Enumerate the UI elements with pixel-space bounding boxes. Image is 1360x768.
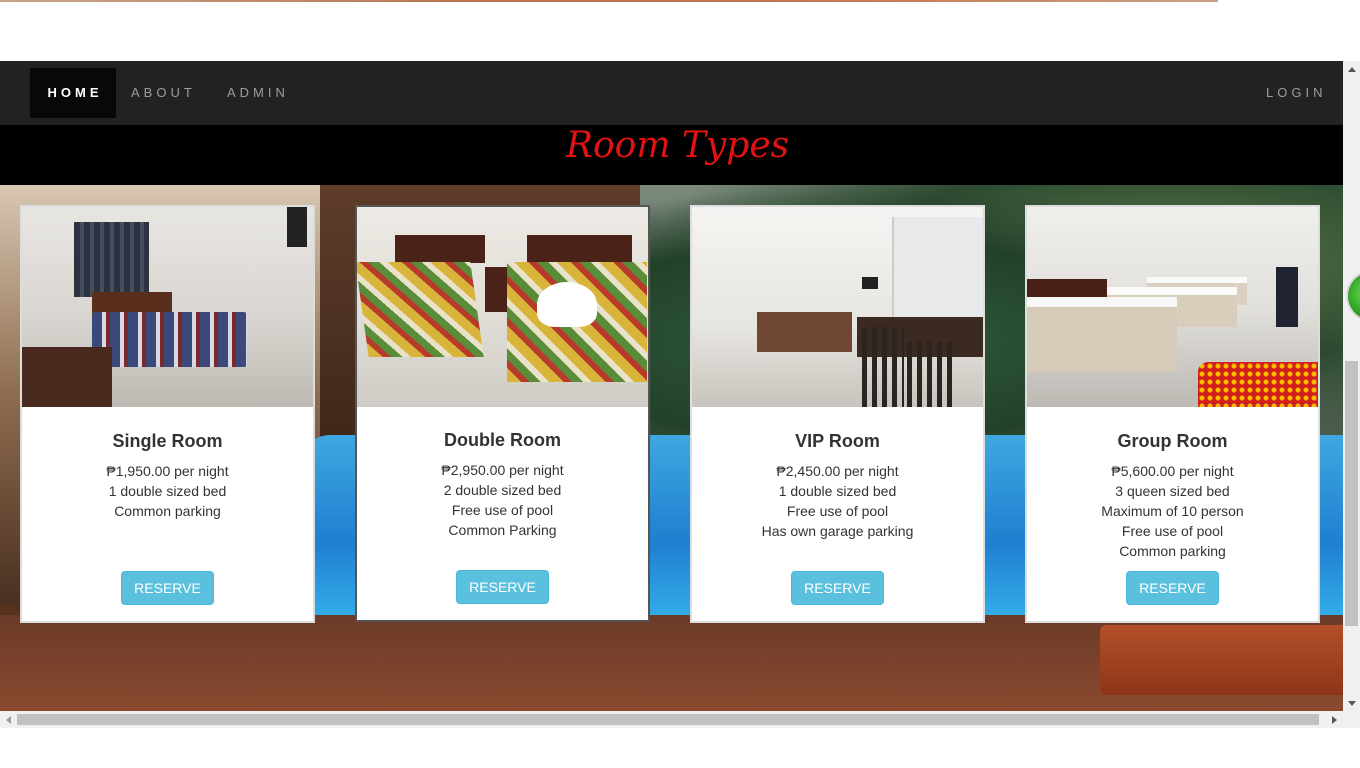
room-photo-single xyxy=(22,207,313,407)
room-price: ₱5,600.00 per night xyxy=(1111,463,1234,479)
horizontal-scroll-thumb[interactable] xyxy=(17,714,1319,725)
room-detail: Has own garage parking xyxy=(761,523,914,539)
room-detail: Maximum of 10 person xyxy=(1101,503,1244,519)
room-detail: 1 double sized bed xyxy=(778,483,897,499)
bottom-blank-area xyxy=(0,728,1360,768)
title-band: Room Types xyxy=(0,125,1343,185)
room-details: ₱2,450.00 per night 1 double sized bed F… xyxy=(692,461,983,571)
scroll-left-icon[interactable] xyxy=(6,716,11,724)
room-detail: 2 double sized bed xyxy=(443,482,562,498)
room-name: VIP Room xyxy=(795,431,880,451)
top-blank-area xyxy=(0,2,1360,61)
vertical-scrollbar[interactable] xyxy=(1343,61,1360,711)
room-price: ₱2,450.00 per night xyxy=(776,463,899,479)
room-details: ₱1,950.00 per night 1 double sized bed C… xyxy=(22,461,313,571)
room-detail: Common parking xyxy=(114,503,221,519)
room-detail: Free use of pool xyxy=(451,502,554,518)
room-detail: Free use of pool xyxy=(786,503,889,519)
room-detail: 3 queen sized bed xyxy=(1115,483,1230,499)
room-photo-double xyxy=(357,207,648,407)
page-viewport: HOME ABOUT ADMIN LOGIN Room Types Single… xyxy=(0,61,1343,711)
room-details: ₱5,600.00 per night 3 queen sized bed Ma… xyxy=(1027,461,1318,571)
room-price: ₱1,950.00 per night xyxy=(106,463,229,479)
room-card-vip: VIP Room ₱2,450.00 per night 1 double si… xyxy=(690,205,985,623)
scroll-right-icon[interactable] xyxy=(1332,716,1337,724)
nav-home[interactable]: HOME xyxy=(30,68,116,118)
room-name: Group Room xyxy=(1117,431,1228,451)
room-card-group: Group Room ₱5,600.00 per night 3 queen s… xyxy=(1025,205,1320,623)
scroll-down-icon[interactable] xyxy=(1348,701,1356,706)
room-name: Single Room xyxy=(112,431,223,451)
room-card-single: Single Room ₱1,950.00 per night 1 double… xyxy=(20,205,315,623)
reserve-button[interactable]: RESERVE xyxy=(121,571,214,605)
reserve-button[interactable]: RESERVE xyxy=(456,570,549,604)
room-detail: Free use of pool xyxy=(1121,523,1224,539)
scroll-up-icon[interactable] xyxy=(1348,67,1356,72)
room-photo-vip xyxy=(692,207,983,407)
room-detail: Common Parking xyxy=(448,522,557,538)
room-photo-group xyxy=(1027,207,1318,407)
navbar: HOME ABOUT ADMIN LOGIN xyxy=(0,61,1343,125)
horizontal-scrollbar[interactable] xyxy=(0,711,1343,728)
nav-admin[interactable]: ADMIN xyxy=(227,68,289,118)
scrollbar-corner xyxy=(1343,711,1360,728)
room-name: Double Room xyxy=(444,430,561,450)
room-details: ₱2,950.00 per night 2 double sized bed F… xyxy=(357,460,648,570)
nav-about[interactable]: ABOUT xyxy=(131,68,196,118)
room-detail: 1 double sized bed xyxy=(108,483,227,499)
reserve-button[interactable]: RESERVE xyxy=(1126,571,1219,605)
room-detail: Common parking xyxy=(1119,543,1226,559)
vertical-scroll-thumb[interactable] xyxy=(1345,361,1358,626)
page-title: Room Types xyxy=(565,125,790,166)
reserve-button[interactable]: RESERVE xyxy=(791,571,884,605)
nav-login[interactable]: LOGIN xyxy=(1266,68,1326,118)
room-price: ₱2,950.00 per night xyxy=(441,462,564,478)
room-card-double: Double Room ₱2,950.00 per night 2 double… xyxy=(355,205,650,622)
